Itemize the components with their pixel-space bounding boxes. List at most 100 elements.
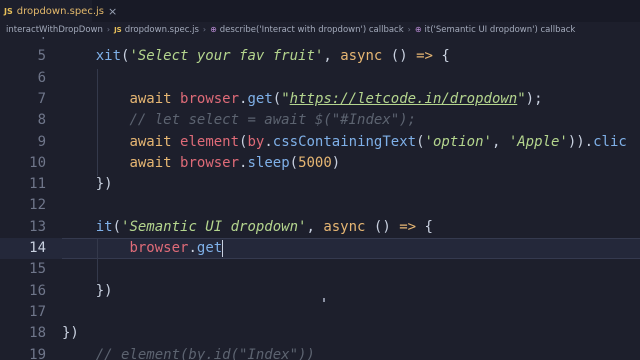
breadcrumb: interactWithDropDown › JS dropdown.spec.…	[0, 22, 640, 37]
code-token: ()	[382, 48, 417, 65]
code-token: async	[340, 48, 383, 65]
line-number: 17	[29, 303, 46, 320]
line-number: 10	[29, 154, 46, 171]
code-token: get	[196, 240, 223, 256]
tab-dropdown-spec[interactable]: JS dropdown.spec.js ×	[0, 0, 117, 22]
code-token: ,	[306, 218, 324, 235]
code-text: })	[62, 323, 79, 344]
code-token: ()	[365, 218, 400, 235]
breadcrumb-folder[interactable]: interactWithDropDown	[6, 25, 103, 35]
text-cursor	[222, 240, 224, 257]
code-line-current[interactable]: 14 browser.get	[0, 238, 640, 260]
line-number: 13	[29, 218, 46, 235]
line-number: 9	[37, 133, 46, 150]
code-line[interactable]: 6	[0, 68, 640, 89]
method-icon: ⊕	[210, 25, 217, 34]
code-token: get	[247, 90, 273, 107]
code-token: sleep	[247, 154, 290, 171]
code-token: await	[129, 133, 172, 150]
line-number: 11	[29, 176, 46, 193]
code-token: it	[95, 218, 113, 235]
close-icon[interactable]: ×	[108, 5, 117, 18]
code-line[interactable]: 4	[0, 37, 640, 46]
code-token: (	[272, 90, 282, 107]
code-text: // let select = await $("#Index");	[62, 110, 416, 131]
code-line[interactable]: 12	[0, 195, 640, 216]
code-token: "	[281, 90, 290, 107]
code-token: {	[416, 218, 433, 235]
code-token: (	[416, 133, 425, 150]
code-token: https://letcode.in/dropdown	[289, 90, 518, 107]
chevron-right-icon: ›	[407, 25, 411, 34]
code-line[interactable]: 11 })	[0, 174, 640, 195]
code-token: })	[95, 176, 113, 193]
code-token: =>	[399, 218, 417, 235]
code-token: );	[525, 90, 543, 107]
code-line[interactable]: 17	[0, 302, 640, 323]
line-number: 5	[37, 48, 46, 65]
method-icon: ⊕	[414, 25, 422, 34]
code-line[interactable]: 10 await browser.sleep(5000)	[0, 153, 640, 174]
code-text: })	[62, 281, 113, 302]
line-number: 15	[29, 261, 46, 278]
code-line[interactable]: 9 await element(by.cssContainingText('op…	[0, 132, 640, 153]
tab-bar: JS dropdown.spec.js ×	[0, 0, 640, 22]
javascript-file-icon: JS	[114, 25, 122, 34]
code-token: 'Semantic UI dropdown'	[121, 218, 307, 235]
line-number: 16	[29, 282, 46, 299]
code-line[interactable]: 15	[0, 259, 640, 280]
code-line[interactable]: 7 await browser.get("https://letcode.in/…	[0, 89, 640, 110]
code-line[interactable]: 8 // let select = await $("#Index");	[0, 110, 640, 131]
code-token: browser	[180, 90, 240, 107]
code-line[interactable]: 19 // element(by.id("Index"))	[0, 345, 640, 360]
code-token: {	[432, 48, 450, 65]
code-token: )).	[567, 133, 594, 150]
line-number: 8	[37, 112, 46, 129]
code-token: .	[188, 240, 197, 256]
breadcrumb-describe-callback[interactable]: ⊕ describe('Interact with dropdown') cal…	[210, 25, 404, 35]
code-token: browser	[180, 154, 240, 171]
chevron-right-icon: ›	[106, 25, 111, 34]
code-line[interactable]: 13 it('Semantic UI dropdown', async () =…	[0, 217, 640, 238]
code-token: 'option'	[424, 133, 492, 150]
code-token: by	[247, 133, 265, 150]
code-text: xit('Select your fav fruit', async () =>…	[62, 46, 450, 67]
code-text: await element(by.cssContainingText('opti…	[62, 132, 626, 153]
code-text: })	[62, 174, 113, 195]
code-token: "	[517, 90, 526, 107]
code-token: await	[129, 90, 172, 107]
code-token: xit	[95, 48, 122, 65]
line-number: 18	[29, 325, 46, 342]
javascript-file-icon: JS	[4, 6, 13, 16]
code-token: cssContainingText	[272, 133, 417, 150]
code-line[interactable]: 16 })	[0, 281, 640, 302]
breadcrumb-it-callback[interactable]: ⊕ it('Semantic UI dropdown') callback	[415, 25, 575, 35]
line-number: 6	[37, 69, 46, 86]
code-token: browser	[129, 240, 189, 256]
code-token: })	[95, 282, 113, 299]
line-number: 12	[29, 197, 46, 214]
code-token: (	[112, 218, 122, 235]
line-number: 4	[0, 37, 46, 46]
code-line[interactable]: 5 xit('Select your fav fruit', async () …	[0, 46, 640, 67]
code-token: async	[323, 218, 366, 235]
code-token: ,	[491, 133, 509, 150]
chevron-right-icon: ›	[202, 25, 207, 34]
breadcrumb-file[interactable]: JS dropdown.spec.js	[114, 25, 199, 35]
code-line[interactable]: 18})	[0, 323, 640, 344]
code-token: 'Apple'	[508, 133, 568, 150]
code-editor[interactable]: 19 // element(by.id("Index")) 18}) 17 16 })…	[0, 37, 640, 360]
line-number: 14	[29, 240, 46, 256]
code-token: await	[129, 154, 172, 171]
